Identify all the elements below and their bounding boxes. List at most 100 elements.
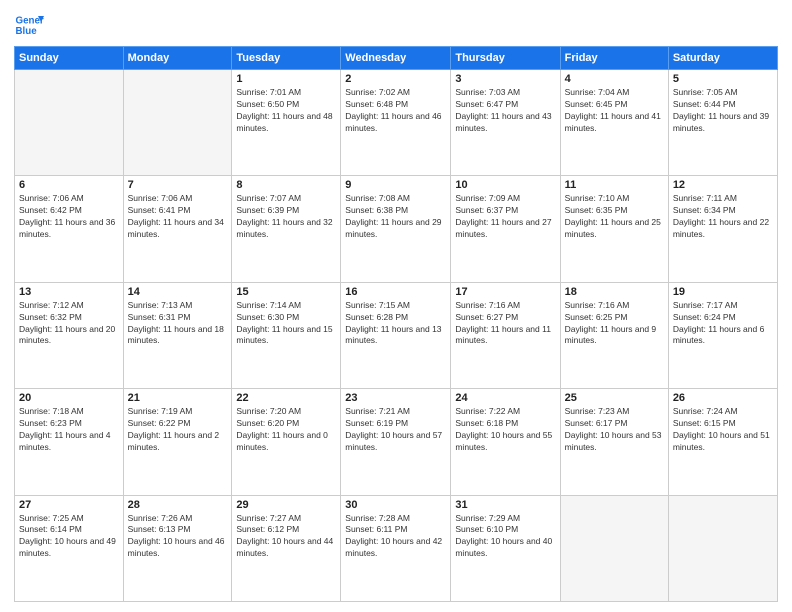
day-info: Sunrise: 7:29 AMSunset: 6:10 PMDaylight:… [455,513,555,561]
day-number: 7 [128,179,228,191]
page: General Blue SundayMondayTuesdayWednesda… [0,0,792,612]
calendar-table: SundayMondayTuesdayWednesdayThursdayFrid… [14,46,778,602]
weekday-header-sunday: Sunday [15,47,124,70]
calendar-cell: 11 Sunrise: 7:10 AMSunset: 6:35 PMDayligh… [560,176,668,282]
calendar-cell: 25 Sunrise: 7:23 AMSunset: 6:17 PMDayligh… [560,389,668,495]
day-info: Sunrise: 7:27 AMSunset: 6:12 PMDaylight:… [236,513,336,561]
day-info: Sunrise: 7:28 AMSunset: 6:11 PMDaylight:… [345,513,446,561]
calendar-cell [560,495,668,601]
day-number: 22 [236,392,336,404]
day-info: Sunrise: 7:13 AMSunset: 6:31 PMDaylight:… [128,300,228,348]
calendar-cell: 6 Sunrise: 7:06 AMSunset: 6:42 PMDaylight… [15,176,124,282]
day-number: 21 [128,392,228,404]
day-number: 14 [128,286,228,298]
calendar-cell [123,70,232,176]
day-number: 18 [565,286,664,298]
day-info: Sunrise: 7:17 AMSunset: 6:24 PMDaylight:… [673,300,773,348]
day-number: 29 [236,499,336,511]
calendar-cell: 26Sunrise: 7:24 AMSunset: 6:15 PMDayligh… [668,389,777,495]
logo: General Blue [14,10,44,40]
calendar-cell: 8Sunrise: 7:07 AMSunset: 6:39 PMDaylight… [232,176,341,282]
day-number: 15 [236,286,336,298]
day-info: Sunrise: 7:08 AMSunset: 6:38 PMDaylight:… [345,193,446,241]
calendar-cell: 7 Sunrise: 7:06 AMSunset: 6:41 PMDaylight… [123,176,232,282]
calendar-cell: 21Sunrise: 7:19 AMSunset: 6:22 PMDayligh… [123,389,232,495]
calendar-cell: 23Sunrise: 7:21 AMSunset: 6:19 PMDayligh… [341,389,451,495]
logo-icon: General Blue [14,10,44,40]
calendar-cell: 13 Sunrise: 7:12 AMSunset: 6:32 PMDayligh… [15,282,124,388]
calendar-cell: 30 Sunrise: 7:28 AMSunset: 6:11 PMDayligh… [341,495,451,601]
day-number: 1 [236,73,336,85]
calendar-cell: 28Sunrise: 7:26 AMSunset: 6:13 PMDayligh… [123,495,232,601]
week-row-4: 27Sunrise: 7:25 AMSunset: 6:14 PMDayligh… [15,495,778,601]
day-info: Sunrise: 7:16 AMSunset: 6:27 PMDaylight:… [455,300,555,348]
calendar-cell: 2Sunrise: 7:02 AMSunset: 6:48 PMDaylight… [341,70,451,176]
calendar-cell [668,495,777,601]
day-number: 23 [345,392,446,404]
day-number: 3 [455,73,555,85]
weekday-header-tuesday: Tuesday [232,47,341,70]
calendar-cell: 9 Sunrise: 7:08 AMSunset: 6:38 PMDaylight… [341,176,451,282]
day-info: Sunrise: 7:07 AMSunset: 6:39 PMDaylight:… [236,193,336,241]
week-row-2: 13 Sunrise: 7:12 AMSunset: 6:32 PMDayligh… [15,282,778,388]
day-info: Sunrise: 7:15 AMSunset: 6:28 PMDaylight:… [345,300,446,348]
day-number: 17 [455,286,555,298]
day-number: 4 [565,73,664,85]
calendar-cell: 17 Sunrise: 7:16 AMSunset: 6:27 PMDayligh… [451,282,560,388]
day-info: Sunrise: 7:20 AMSunset: 6:20 PMDaylight:… [236,406,336,454]
weekday-header-thursday: Thursday [451,47,560,70]
svg-text:Blue: Blue [16,26,38,37]
weekday-header-row: SundayMondayTuesdayWednesdayThursdayFrid… [15,47,778,70]
calendar-cell: 12 Sunrise: 7:11 AMSunset: 6:34 PMDayligh… [668,176,777,282]
calendar-cell: 15 Sunrise: 7:14 AMSunset: 6:30 PMDayligh… [232,282,341,388]
day-info: Sunrise: 7:11 AMSunset: 6:34 PMDaylight:… [673,193,773,241]
calendar-cell: 19 Sunrise: 7:17 AMSunset: 6:24 PMDayligh… [668,282,777,388]
day-number: 10 [455,179,555,191]
calendar-cell [15,70,124,176]
day-number: 2 [345,73,446,85]
calendar-cell: 10 Sunrise: 7:09 AMSunset: 6:37 PMDayligh… [451,176,560,282]
day-number: 13 [19,286,119,298]
week-row-0: 1 Sunrise: 7:01 AMSunset: 6:50 PMDaylight… [15,70,778,176]
day-info: Sunrise: 7:12 AMSunset: 6:32 PMDaylight:… [19,300,119,348]
week-row-3: 20Sunrise: 7:18 AMSunset: 6:23 PMDayligh… [15,389,778,495]
day-number: 6 [19,179,119,191]
day-info: Sunrise: 7:03 AMSunset: 6:47 PMDaylight:… [455,87,555,135]
day-number: 28 [128,499,228,511]
calendar-cell: 31 Sunrise: 7:29 AMSunset: 6:10 PMDayligh… [451,495,560,601]
calendar-cell: 24 Sunrise: 7:22 AMSunset: 6:18 PMDayligh… [451,389,560,495]
day-number: 5 [673,73,773,85]
day-info: Sunrise: 7:06 AMSunset: 6:42 PMDaylight:… [19,193,119,241]
day-info: Sunrise: 7:16 AMSunset: 6:25 PMDaylight:… [565,300,664,348]
day-number: 30 [345,499,446,511]
day-info: Sunrise: 7:23 AMSunset: 6:17 PMDaylight:… [565,406,664,454]
day-number: 11 [565,179,664,191]
day-number: 16 [345,286,446,298]
calendar-cell: 1 Sunrise: 7:01 AMSunset: 6:50 PMDaylight… [232,70,341,176]
day-number: 24 [455,392,555,404]
day-info: Sunrise: 7:10 AMSunset: 6:35 PMDaylight:… [565,193,664,241]
day-number: 31 [455,499,555,511]
calendar-cell: 14 Sunrise: 7:13 AMSunset: 6:31 PMDayligh… [123,282,232,388]
day-info: Sunrise: 7:24 AMSunset: 6:15 PMDaylight:… [673,406,773,454]
day-info: Sunrise: 7:06 AMSunset: 6:41 PMDaylight:… [128,193,228,241]
calendar-cell: 29 Sunrise: 7:27 AMSunset: 6:12 PMDayligh… [232,495,341,601]
week-row-1: 6 Sunrise: 7:06 AMSunset: 6:42 PMDaylight… [15,176,778,282]
day-info: Sunrise: 7:18 AMSunset: 6:23 PMDaylight:… [19,406,119,454]
day-number: 9 [345,179,446,191]
day-info: Sunrise: 7:09 AMSunset: 6:37 PMDaylight:… [455,193,555,241]
day-number: 25 [565,392,664,404]
weekday-header-friday: Friday [560,47,668,70]
day-info: Sunrise: 7:22 AMSunset: 6:18 PMDaylight:… [455,406,555,454]
day-info: Sunrise: 7:01 AMSunset: 6:50 PMDaylight:… [236,87,336,135]
calendar-cell: 22 Sunrise: 7:20 AMSunset: 6:20 PMDayligh… [232,389,341,495]
header: General Blue [14,10,778,40]
day-number: 19 [673,286,773,298]
day-number: 12 [673,179,773,191]
day-info: Sunrise: 7:14 AMSunset: 6:30 PMDaylight:… [236,300,336,348]
calendar-cell: 4Sunrise: 7:04 AMSunset: 6:45 PMDaylight… [560,70,668,176]
calendar-cell: 5Sunrise: 7:05 AMSunset: 6:44 PMDaylight… [668,70,777,176]
calendar-cell: 27Sunrise: 7:25 AMSunset: 6:14 PMDayligh… [15,495,124,601]
weekday-header-monday: Monday [123,47,232,70]
calendar-cell: 3 Sunrise: 7:03 AMSunset: 6:47 PMDaylight… [451,70,560,176]
